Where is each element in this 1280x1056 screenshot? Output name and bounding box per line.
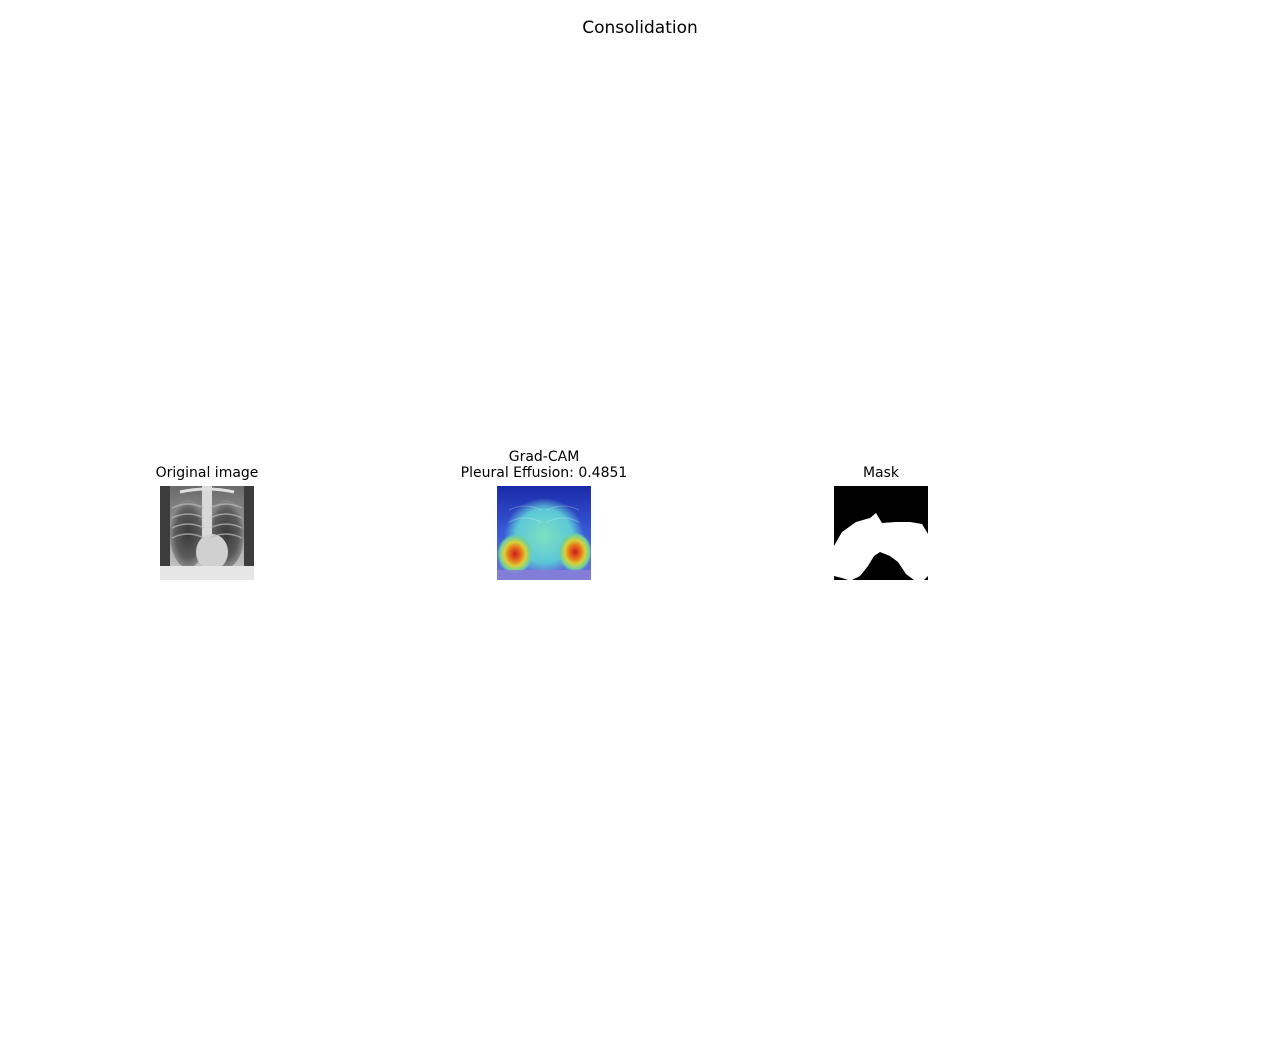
grad-cam-title-line-1: Grad-CAM [508,449,580,465]
original-image-title-line: Original image [155,465,259,481]
grad-cam-heatmap-image [497,486,591,580]
original-image-title: Original image [57,465,357,481]
figure-title: Consolidation [582,18,698,38]
mask-title-line: Mask [862,465,900,481]
grad-cam-title: Grad-CAM Pleural Effusion: 0.4851 [394,449,694,481]
mask-title: Mask [731,465,1031,481]
original-xray-image [160,486,254,580]
mask-image [834,486,928,580]
grad-cam-title-line-2: Pleural Effusion: 0.4851 [460,465,628,481]
